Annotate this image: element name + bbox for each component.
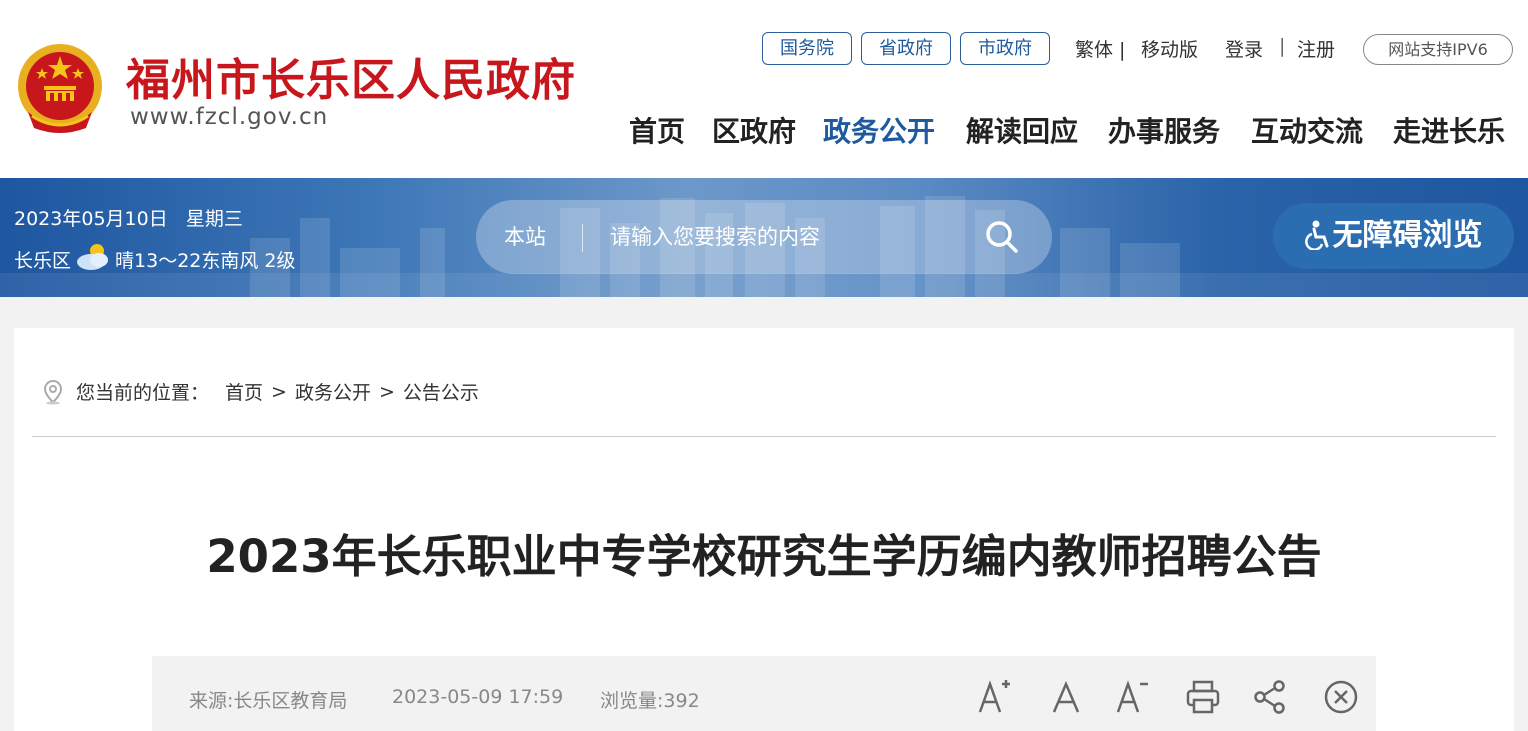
article-source: 来源:长乐区教育局: [189, 690, 348, 712]
nav-interpretation[interactable]: 解读回应: [966, 110, 1078, 150]
national-emblem-icon[interactable]: [14, 42, 106, 136]
nav-home[interactable]: 首页: [629, 110, 685, 150]
register-link[interactable]: 注册: [1297, 35, 1335, 62]
banner: 2023年05月10日 星期三 长乐区 晴13～22东南风 2级 本站 无障碍浏…: [0, 178, 1528, 297]
nav-services[interactable]: 办事服务: [1108, 110, 1220, 150]
util-separator: |: [1279, 35, 1286, 57]
article-card: 您当前的位置： 首页 > 政务公开 > 公告公示 2023年长乐职业中专学校研究…: [14, 328, 1514, 731]
breadcrumb-gov-affairs[interactable]: 政务公开: [295, 378, 371, 405]
search-scope[interactable]: 本站: [504, 200, 546, 274]
breadcrumb: 您当前的位置： 首页 > 政务公开 > 公告公示: [42, 378, 487, 405]
font-normal-icon[interactable]: [1047, 678, 1085, 716]
font-decrease-icon[interactable]: [1114, 678, 1152, 716]
site-header: 福州市长乐区人民政府 www.fzcl.gov.cn 国务院 省政府 市政府 繁…: [0, 0, 1528, 178]
partly-cloudy-icon: [77, 243, 109, 270]
search-icon[interactable]: [982, 217, 1022, 257]
article-datetime: 2023-05-09 17:59: [392, 686, 564, 708]
accessibility-button[interactable]: 无障碍浏览: [1273, 203, 1514, 269]
article-title: 2023年长乐职业中专学校研究生学历编内教师招聘公告: [206, 530, 1322, 583]
ipv6-badge: 网站支持IPV6: [1363, 34, 1513, 65]
mobile-version-link[interactable]: 移动版: [1141, 35, 1198, 62]
current-date: 2023年05月10日 星期三: [14, 208, 243, 230]
site-name[interactable]: 福州市长乐区人民政府: [126, 44, 576, 108]
location-pin-icon: [43, 379, 63, 404]
link-province-gov[interactable]: 省政府: [861, 32, 951, 65]
nav-interaction[interactable]: 互动交流: [1251, 110, 1363, 150]
breadcrumb-separator: >: [271, 380, 287, 403]
link-state-council[interactable]: 国务院: [762, 32, 852, 65]
site-url: www.fzcl.gov.cn: [130, 104, 329, 130]
weather-forecast: 晴13～22东南风 2级: [115, 250, 296, 272]
nav-district-gov[interactable]: 区政府: [712, 110, 796, 150]
share-icon[interactable]: [1251, 678, 1289, 716]
breadcrumb-separator: >: [378, 380, 395, 403]
weather-info: 长乐区 晴13～22东南风 2级: [14, 243, 296, 273]
nav-gov-affairs[interactable]: 政务公开: [823, 110, 935, 150]
search-input[interactable]: [610, 217, 970, 257]
link-city-gov[interactable]: 市政府: [960, 32, 1050, 65]
nav-about-changle[interactable]: 走进长乐: [1393, 110, 1505, 150]
breadcrumb-label: 您当前的位置：: [76, 382, 210, 404]
article-meta-bar: 来源:长乐区教育局 2023-05-09 17:59 浏览量:392: [152, 656, 1376, 731]
breadcrumb-notices[interactable]: 公告公示: [403, 378, 479, 405]
weather-location: 长乐区: [14, 250, 72, 272]
login-link[interactable]: 登录: [1225, 35, 1263, 62]
wheelchair-icon: [1304, 220, 1328, 251]
font-increase-icon[interactable]: [976, 678, 1014, 716]
close-icon[interactable]: [1322, 678, 1360, 716]
breadcrumb-home[interactable]: 首页: [225, 378, 263, 405]
search-bar: 本站: [476, 200, 1052, 274]
search-divider: [582, 224, 583, 252]
article-views: 浏览量:392: [600, 690, 700, 712]
print-icon[interactable]: [1184, 678, 1222, 716]
breadcrumb-divider: [32, 436, 1496, 437]
traditional-chinese-link[interactable]: 繁体 |: [1075, 35, 1125, 62]
